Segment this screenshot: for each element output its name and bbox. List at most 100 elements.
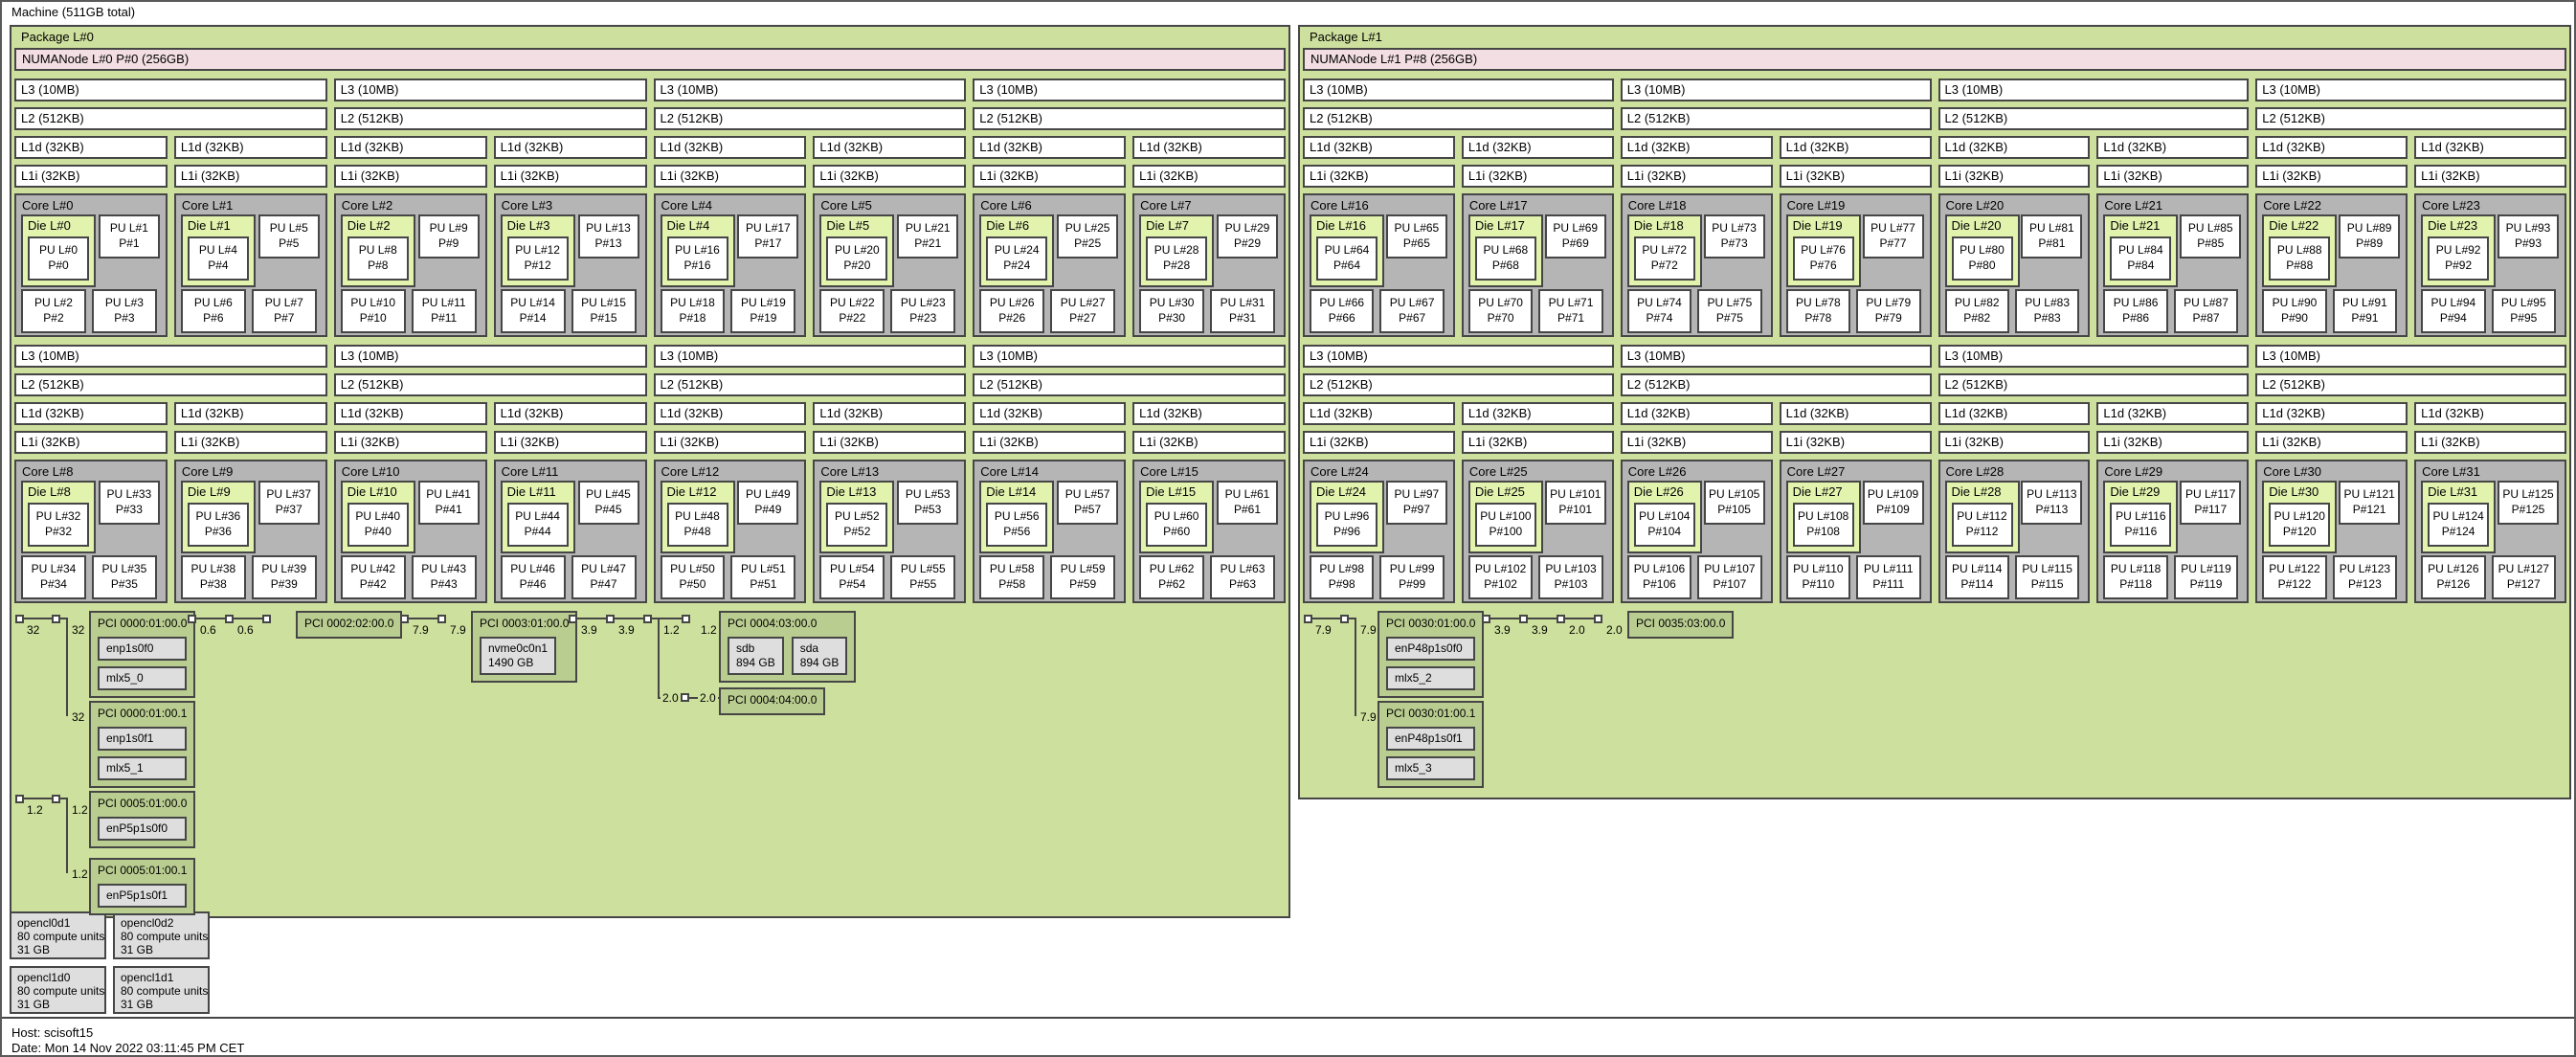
pu-box: PU L#64P#64 xyxy=(1316,236,1378,281)
pu-box: PU L#42P#42 xyxy=(341,555,406,599)
core-box: Core L#27Die L#27PU L#108P#108PU L#109P#… xyxy=(1780,460,1932,603)
pu-p-label: P#105 xyxy=(1706,502,1763,517)
pu-l-label: PU L#90 xyxy=(2264,295,2324,310)
pu-p-label: P#33 xyxy=(101,502,158,517)
pu-box: PU L#29P#29 xyxy=(1217,214,1278,259)
cache-core-block: L3 (10MB)L3 (10MB)L3 (10MB)L3 (10MB)L2 (… xyxy=(1303,345,2566,603)
pu-p-label: P#52 xyxy=(828,524,885,539)
pu-l-label: PU L#31 xyxy=(1212,295,1273,310)
pu-l-label: PU L#13 xyxy=(580,220,638,236)
pu-box: PU L#21P#21 xyxy=(897,214,958,259)
pu-box: PU L#98P#98 xyxy=(1310,555,1374,599)
pu-p-label: P#90 xyxy=(2264,310,2324,326)
os-device: enP48p1s0f1 xyxy=(1386,727,1475,751)
l3-cache-row: L3 (10MB)L3 (10MB)L3 (10MB)L3 (10MB) xyxy=(1303,345,2566,368)
die-label: Die L#14 xyxy=(986,484,1036,499)
pu-row: PU L#54P#54PU L#55P#55 xyxy=(819,555,955,599)
pu-l-label: PU L#75 xyxy=(1699,295,1759,310)
pci-area: 3232PCI 0000:01:00.0enp1s0f0mlx5_032PCI … xyxy=(14,611,1286,913)
l2-cache-row: L2 (512KB)L2 (512KB)L2 (512KB)L2 (512KB) xyxy=(1303,107,2566,130)
pu-box: PU L#89P#89 xyxy=(2339,214,2400,259)
pu-l-label: PU L#65 xyxy=(1388,220,1445,236)
pu-p-label: P#74 xyxy=(1629,310,1690,326)
pci-link-anchor xyxy=(1557,615,1565,623)
pu-box: PU L#105P#105 xyxy=(1704,481,1765,525)
pu-row: PU L#74P#74PU L#75P#75 xyxy=(1627,289,1762,333)
die-box: Die L#5PU L#20P#20 xyxy=(819,214,894,287)
pu-box: PU L#113P#113 xyxy=(2021,481,2082,525)
pu-box: PU L#74P#74 xyxy=(1627,289,1691,333)
die-label: Die L#31 xyxy=(2428,484,2477,499)
pu-p-label: P#118 xyxy=(2105,576,2165,592)
pu-box: PU L#83P#83 xyxy=(2015,289,2079,333)
l1d-cache-box: L1d (32KB) xyxy=(813,402,966,425)
pu-box: PU L#119P#119 xyxy=(2174,555,2238,599)
pci-link-speed-label: 0.6 xyxy=(198,623,218,637)
pu-box: PU L#84P#84 xyxy=(2110,236,2171,281)
pu-row: PU L#78P#78PU L#79P#79 xyxy=(1786,289,1921,333)
pu-p-label: P#84 xyxy=(2112,258,2169,273)
core-box: Core L#17Die L#17PU L#68P#68PU L#69P#69P… xyxy=(1462,193,1614,337)
die-box: Die L#16PU L#64P#64 xyxy=(1310,214,1384,287)
die-label: Die L#11 xyxy=(507,484,556,499)
pci-link-line xyxy=(652,618,682,619)
l1d-cache-box: L1d (32KB) xyxy=(494,136,647,159)
disk-size: 894 GB xyxy=(736,656,775,670)
pu-l-label: PU L#37 xyxy=(260,486,318,502)
pu-p-label: P#9 xyxy=(420,236,478,251)
pu-l-label: PU L#82 xyxy=(1947,295,2007,310)
pci-link-anchor xyxy=(225,615,234,623)
core-box: Core L#11Die L#11PU L#44P#44PU L#45P#45P… xyxy=(494,460,647,603)
pu-box: PU L#78P#78 xyxy=(1786,289,1850,333)
disk-device: sdb894 GB xyxy=(728,637,784,675)
pu-p-label: P#110 xyxy=(1788,576,1848,592)
core-box: Core L#29Die L#29PU L#116P#116PU L#117P#… xyxy=(2096,460,2249,603)
pu-box: PU L#123P#123 xyxy=(2333,555,2397,599)
die-label: Die L#2 xyxy=(347,218,391,233)
pu-p-label: P#4 xyxy=(190,258,247,273)
pu-box: PU L#40P#40 xyxy=(347,503,409,547)
l1d-cache-box: L1d (32KB) xyxy=(2096,136,2249,159)
die-box: Die L#21PU L#84P#84 xyxy=(2103,214,2178,287)
pu-l-label: PU L#111 xyxy=(1858,561,1918,576)
opencl-device: opencl0d280 compute units31 GB xyxy=(113,911,210,959)
l1i-cache-box: L1i (32KB) xyxy=(2096,165,2249,188)
numanode-label: NUMANode L#0 P#0 (256GB) xyxy=(16,50,1284,69)
pu-box: PU L#91P#91 xyxy=(2333,289,2397,333)
pu-p-label: P#104 xyxy=(1636,524,1693,539)
pu-box: PU L#66P#66 xyxy=(1310,289,1374,333)
l1d-cache-box: L1d (32KB) xyxy=(14,136,168,159)
numanode-box: NUMANode L#0 P#0 (256GB) xyxy=(14,48,1286,71)
pu-l-label: PU L#19 xyxy=(732,295,794,310)
core-row: Core L#8Die L#8PU L#32P#32PU L#33P#33PU … xyxy=(14,460,1286,603)
pu-l-label: PU L#110 xyxy=(1788,561,1848,576)
pu-row: PU L#30P#30PU L#31P#31 xyxy=(1139,289,1275,333)
l1i-cache-box: L1i (32KB) xyxy=(2414,431,2566,454)
pu-l-label: PU L#29 xyxy=(1219,220,1276,236)
opencl-name: opencl1d1 xyxy=(121,971,202,984)
l1i-cache-box: L1i (32KB) xyxy=(1303,165,1455,188)
package-1-box: Package L#1 NUMANode L#1 P#8 (256GB) L3 … xyxy=(1298,25,2571,799)
pu-p-label: P#82 xyxy=(1947,310,2007,326)
l1d-cache-box: L1d (32KB) xyxy=(174,136,327,159)
pu-box: PU L#58P#58 xyxy=(979,555,1044,599)
core-label: Core L#14 xyxy=(980,464,1039,479)
pci-link-line xyxy=(1565,618,1594,619)
pu-l-label: PU L#26 xyxy=(981,295,1042,310)
pu-p-label: P#5 xyxy=(260,236,318,251)
die-box: Die L#23PU L#92P#92 xyxy=(2421,214,2496,287)
pu-row: PU L#26P#26PU L#27P#27 xyxy=(979,289,1115,333)
die-box: Die L#7PU L#28P#28 xyxy=(1139,214,1214,287)
die-box: Die L#11PU L#44P#44 xyxy=(501,481,575,553)
die-label: Die L#13 xyxy=(826,484,876,499)
die-box: Die L#31PU L#124P#124 xyxy=(2421,481,2496,553)
pci-link-speed-label: 1.2 xyxy=(70,867,90,881)
pu-l-label: PU L#104 xyxy=(1636,508,1693,524)
pu-p-label: P#3 xyxy=(94,310,155,326)
pu-box: PU L#45P#45 xyxy=(578,481,639,525)
pu-box: PU L#73P#73 xyxy=(1704,214,1765,259)
pu-p-label: P#12 xyxy=(509,258,567,273)
pu-l-label: PU L#63 xyxy=(1212,561,1273,576)
pu-p-label: P#65 xyxy=(1388,236,1445,251)
pu-p-label: P#46 xyxy=(503,576,564,592)
